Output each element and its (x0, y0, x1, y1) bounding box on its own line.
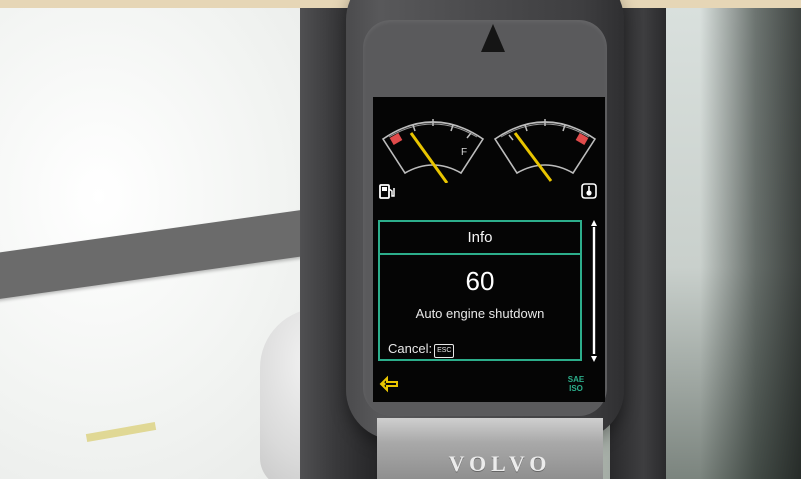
fuel-pump-icon (379, 184, 395, 199)
fuel-gauge: F (381, 119, 485, 183)
hydraulic-icon (379, 375, 398, 393)
brand-logo: VOLVO (448, 451, 552, 476)
scrollbar-track (592, 227, 596, 354)
cancel-hint[interactable]: Cancel: ESC (388, 341, 455, 358)
scroll-up-icon (591, 220, 597, 226)
iso-label: ISO (569, 384, 583, 393)
info-message: Auto engine shutdown (415, 306, 545, 321)
info-panel-header: Info (380, 222, 580, 255)
cab-frame-right (700, 8, 801, 479)
scrollbar[interactable] (590, 220, 598, 362)
fuel-full-mark: F (461, 147, 467, 158)
sae-label: SAE (567, 375, 585, 384)
esc-key-icon[interactable]: ESC (434, 344, 455, 358)
display-screen: F Info 60 Auto engine shutdown Cancel: ES… (373, 97, 605, 402)
coolant-temperature-gauge (493, 119, 597, 182)
info-title: Info (467, 229, 493, 246)
standard-indicator: SAE ISO (563, 375, 589, 393)
scroll-down-icon (591, 356, 597, 362)
coolant-temperature-icon (581, 183, 597, 199)
cancel-label: Cancel: (388, 341, 433, 356)
info-panel: Info 60 Auto engine shutdown Cancel: ESC (378, 220, 582, 361)
shutdown-countdown: 60 (465, 266, 495, 296)
warning-light-icon (481, 24, 505, 52)
